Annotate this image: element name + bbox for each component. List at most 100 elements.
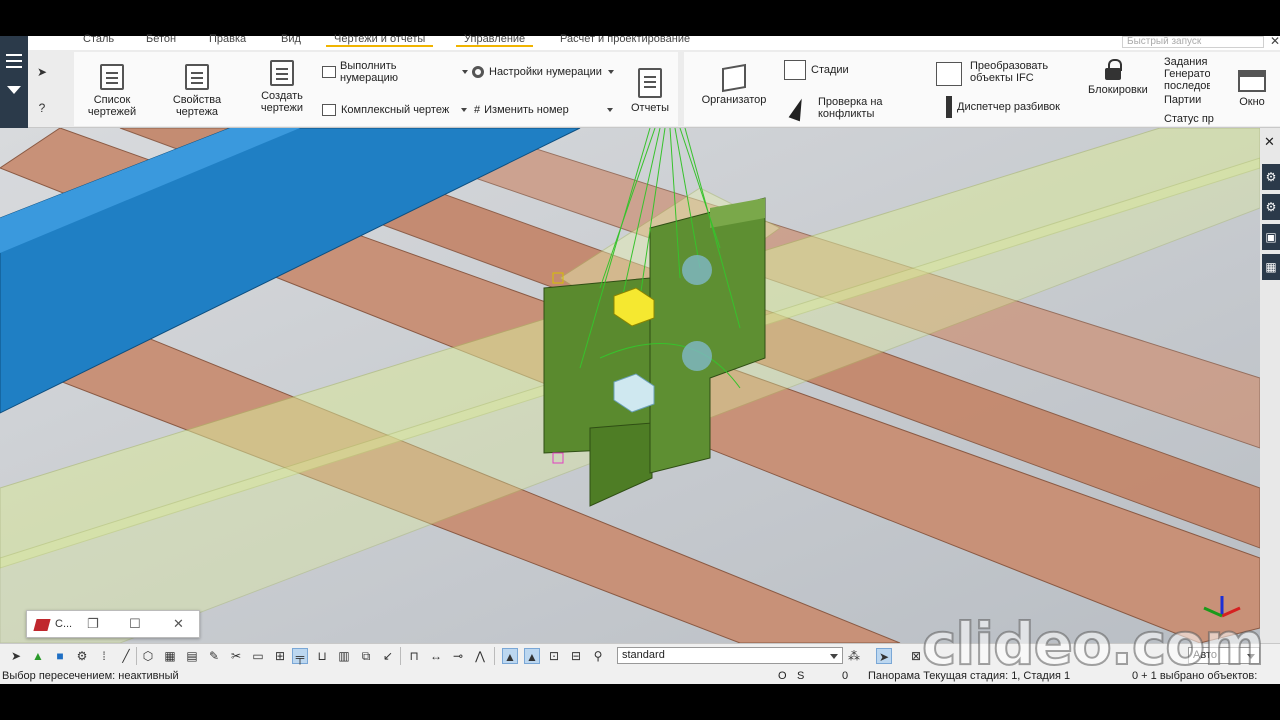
model-viewport[interactable] [0, 128, 1260, 643]
status-button[interactable]: Статус пр [1144, 113, 1214, 125]
grid-settings-icon[interactable]: ⁂ [846, 648, 862, 664]
complex-drawing-button[interactable]: Комплексный чертеж [322, 104, 468, 117]
chevron-down-icon [461, 108, 468, 113]
convert-ifc-button[interactable]: Преобразовать объекты IFC [936, 60, 1066, 86]
layout-manager-button[interactable]: Диспетчер разбивок [946, 96, 1060, 118]
select-arrow-icon[interactable]: ➤ [34, 64, 50, 80]
reports-button[interactable]: Отчеты [626, 68, 674, 114]
select-cut-icon[interactable]: ✂ [228, 648, 244, 664]
select-angle-icon[interactable]: ↙ [380, 648, 396, 664]
bolt [682, 341, 712, 371]
count-indicator: 0 [842, 670, 849, 682]
stages-button[interactable]: Стадии [784, 60, 849, 80]
drawings-group: Список чертежей Свойства чертежа Создать… [74, 52, 678, 126]
separator [136, 647, 137, 665]
snap-indicator[interactable]: S [797, 670, 804, 682]
maximize-icon[interactable]: ☐ [129, 616, 141, 632]
tab-edit[interactable]: Правка [209, 33, 246, 45]
locks-button[interactable]: Блокировки [1086, 59, 1148, 96]
lots-button[interactable]: Партии [1144, 94, 1201, 106]
select-layer-icon[interactable]: ⧉ [358, 648, 374, 664]
menu-icon[interactable] [6, 54, 22, 72]
tab-analysis-design[interactable]: Расчет и проектирование [560, 33, 690, 45]
help-icon[interactable]: ? [34, 100, 50, 116]
bottom-letterbox [0, 684, 1280, 720]
select-green-icon[interactable]: ▲ [30, 648, 46, 664]
chevron-down-icon [830, 654, 838, 659]
watermark: clideo.com [921, 609, 1266, 679]
select-bolt-icon[interactable]: ⁞ [96, 648, 112, 664]
drawing-list-button[interactable]: Список чертежей [84, 64, 140, 118]
selection-group: ➤ ? [28, 52, 70, 126]
select-weld-icon[interactable]: ⊔ [314, 648, 330, 664]
hash-icon: # [474, 104, 481, 116]
gear-icon [472, 66, 484, 79]
grid-icon[interactable]: ▦ [1262, 254, 1280, 280]
plane-combo[interactable]: standard [617, 647, 843, 664]
select-assembly-icon[interactable]: ⚙ [74, 648, 90, 664]
drawing-list-icon [100, 64, 124, 90]
organizer-button[interactable]: Организатор [696, 63, 772, 106]
restore-icon[interactable]: ❐ [87, 616, 99, 632]
tab-management[interactable]: Управление [456, 33, 534, 47]
snap-intersect-icon[interactable]: ⋀ [472, 648, 488, 664]
select-line-icon[interactable]: ╱ [118, 648, 134, 664]
window-button[interactable]: Окно [1232, 70, 1272, 108]
create-drawings-button[interactable]: Создать чертежи [254, 60, 310, 114]
select-plane-icon[interactable]: ⊞ [272, 648, 288, 664]
select-grid-line-icon[interactable]: ▤ [184, 648, 200, 664]
change-number-button[interactable]: # Изменить номер [474, 104, 613, 116]
snap-grid-icon[interactable]: ⊡ [546, 648, 562, 664]
select-view-icon[interactable]: ▭ [250, 648, 266, 664]
ortho-indicator[interactable]: O [778, 670, 787, 682]
stages-icon [784, 60, 806, 80]
tab-concrete[interactable]: Бетон [146, 33, 176, 45]
perform-numbering-button[interactable]: Выполнить нумерацию [322, 60, 402, 84]
chevron-down-icon [606, 108, 613, 113]
select-point-icon[interactable]: ✎ [206, 648, 222, 664]
app-logo-icon [33, 619, 51, 631]
application-menu-strip[interactable] [0, 36, 28, 128]
quick-launch-input[interactable]: Быстрый запуск [1122, 36, 1264, 48]
numbering-settings-button[interactable]: Настройки нумерации [462, 66, 614, 79]
snap-mid-icon[interactable]: ↔ [428, 648, 444, 664]
close-icon[interactable]: ✕ [1270, 34, 1280, 48]
close-icon[interactable]: ✕ [1264, 134, 1275, 150]
minimized-window[interactable]: С... ❐ ☐ ✕ [26, 610, 200, 638]
reports-icon [638, 68, 662, 98]
snap-end-icon[interactable]: ⊓ [406, 648, 422, 664]
chevron-down-icon[interactable] [7, 86, 21, 94]
survey-pin-icon [946, 96, 952, 118]
clash-check-button[interactable]: Проверка на конфликты [788, 96, 912, 122]
zoom-icon[interactable]: ⚲ [590, 648, 606, 664]
cube-icon[interactable]: ▣ [1262, 224, 1280, 250]
select-component-icon[interactable]: ▥ [336, 648, 352, 664]
model-3d-scene [0, 128, 1260, 643]
window-icon [1238, 70, 1266, 92]
side-panel: ✕ ⚙ ⚙ ▣ ▦ [1260, 128, 1280, 643]
organizer-icon [722, 63, 746, 93]
snap-free-icon[interactable]: ⊟ [568, 648, 584, 664]
select-arrow-icon[interactable]: ➤ [8, 648, 24, 664]
close-icon[interactable]: ✕ [173, 616, 184, 632]
select-object-icon[interactable]: ⬡ [140, 648, 156, 664]
tab-steel[interactable]: Сталь [83, 33, 114, 45]
bolt [682, 255, 712, 285]
select-mode-icon[interactable]: ➤ [876, 648, 892, 664]
select-reinforcement-icon[interactable]: ╤ [292, 648, 308, 664]
tab-view[interactable]: Вид [281, 33, 301, 45]
ribbon-tabs: Сталь Бетон Правка Вид Чертежи и отчеты … [28, 33, 1280, 50]
tasks-button[interactable]: Задания [1144, 56, 1210, 68]
properties-gear-icon[interactable]: ⚙ [1262, 164, 1280, 190]
ribbon-panel: ➤ ? Список чертежей Свойства чертежа Соз… [28, 50, 1280, 128]
select-part-icon[interactable]: ■ [52, 648, 68, 664]
generator-button[interactable]: Генератор последовательностей [1144, 68, 1210, 92]
snap-geom-icon[interactable]: ▲ [524, 648, 540, 664]
tab-drawings-reports[interactable]: Чертежи и отчеты [326, 33, 434, 47]
select-grid-icon[interactable]: ▦ [162, 648, 178, 664]
drawing-properties-button[interactable]: Свойства чертежа [166, 64, 228, 118]
settings-gear-icon[interactable]: ⚙ [1262, 194, 1280, 220]
snap-ref-icon[interactable]: ▲ [502, 648, 518, 664]
complex-drawing-icon [322, 104, 336, 117]
snap-center-icon[interactable]: ⊸ [450, 648, 466, 664]
